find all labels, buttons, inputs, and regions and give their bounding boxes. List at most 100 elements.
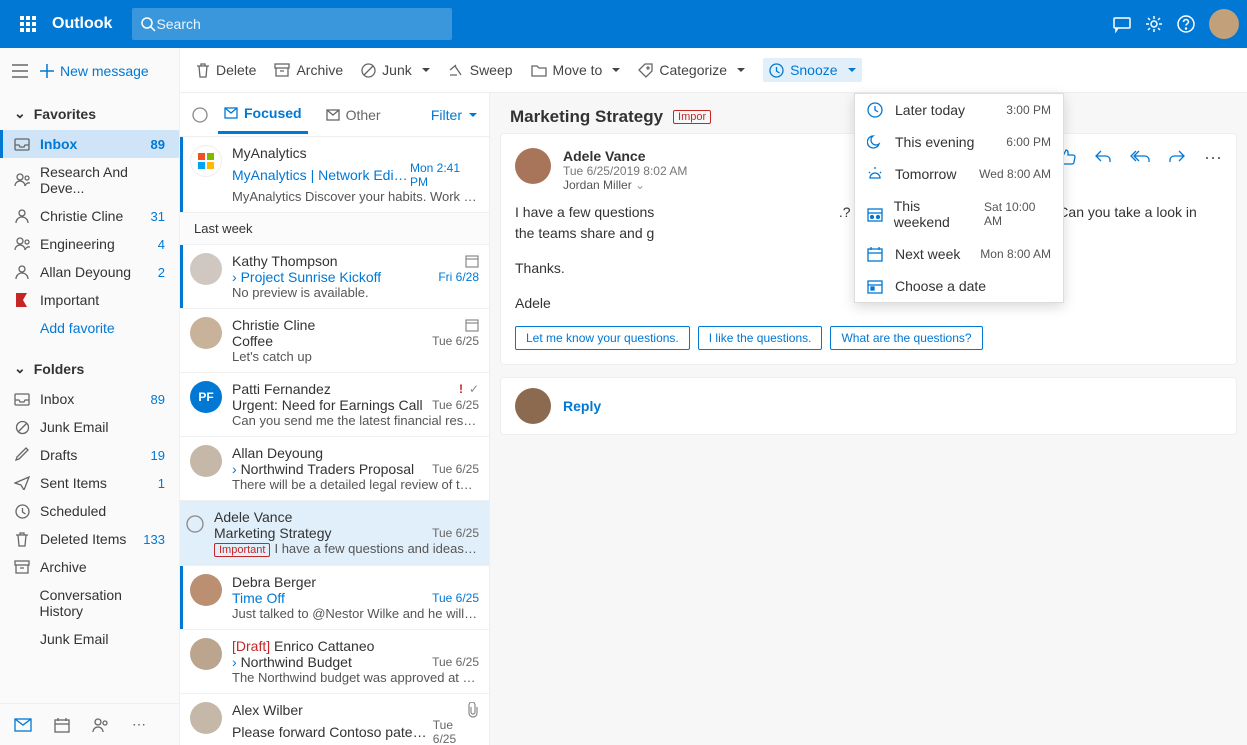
- folders-section[interactable]: ⌄Folders: [0, 352, 179, 385]
- message-item[interactable]: Adele Vance Marketing Strategy Tue 6/25 …: [180, 501, 489, 566]
- nav-item-count: 19: [151, 448, 165, 463]
- hamburger-icon[interactable]: [12, 64, 28, 78]
- my-avatar: [515, 388, 551, 424]
- snooze-button[interactable]: Snooze: [763, 58, 861, 82]
- nav-item-label: Inbox: [40, 136, 77, 152]
- message-subject: › Northwind Traders Proposal: [232, 461, 414, 477]
- archive-button[interactable]: Archive: [274, 62, 343, 78]
- select-all-circle[interactable]: [192, 107, 208, 123]
- nav-item[interactable]: Allan Deyoung 2: [0, 258, 179, 286]
- forward-icon[interactable]: [1168, 148, 1186, 169]
- flag-icon: !: [459, 382, 463, 396]
- sender-name: Adele Vance: [563, 148, 687, 164]
- snooze-option[interactable]: Tomorrow Wed 8:00 AM: [855, 158, 1063, 190]
- snooze-option-label: Next week: [895, 246, 960, 262]
- chat-icon[interactable]: [1113, 15, 1131, 33]
- message-preview: Just talked to @Nestor Wilke and he will…: [232, 606, 479, 621]
- message-from: [Draft] Enrico Cattaneo: [232, 638, 374, 654]
- help-icon[interactable]: [1177, 15, 1195, 33]
- suggested-reply[interactable]: Let me know your questions.: [515, 326, 690, 350]
- nav-item[interactable]: Scheduled: [0, 497, 179, 525]
- weekend-icon: [867, 206, 884, 222]
- nav-item[interactable]: Archive: [0, 553, 179, 581]
- message-item[interactable]: Kathy Thompson › Project Sunrise Kickoff…: [180, 245, 489, 309]
- suggested-reply[interactable]: I like the questions.: [698, 326, 823, 350]
- nav-item[interactable]: Junk Email: [0, 625, 179, 653]
- add-favorite-button[interactable]: Add favorite: [0, 314, 179, 342]
- chevron-down-icon[interactable]: ⌄: [635, 178, 645, 192]
- nav-item-count: 133: [143, 532, 165, 547]
- nav-item[interactable]: Deleted Items 133: [0, 525, 179, 553]
- snooze-option[interactable]: This weekend Sat 10:00 AM: [855, 190, 1063, 238]
- message-item[interactable]: Debra Berger Time Off Tue 6/25 Just talk…: [180, 566, 489, 630]
- message-item[interactable]: PF Patti Fernandez !✓ Urgent: Need for E…: [180, 373, 489, 437]
- nav-item[interactable]: Junk Email: [0, 413, 179, 441]
- nav-item[interactable]: Drafts 19: [0, 441, 179, 469]
- snooze-menu: Later today 3:00 PM This evening 6:00 PM…: [854, 93, 1064, 303]
- reply-icon[interactable]: [1094, 148, 1112, 169]
- nav-item-label: Conversation History: [39, 587, 165, 619]
- nav-item[interactable]: Inbox 89: [0, 385, 179, 413]
- message-item[interactable]: [Draft] Enrico Cattaneo › Northwind Budg…: [180, 630, 489, 694]
- nav-item[interactable]: Engineering 4: [0, 230, 179, 258]
- nav-item[interactable]: Research And Deve...: [0, 158, 179, 202]
- navigation-pane: New message ⌄Favorites Inbox 89 Research…: [0, 48, 180, 745]
- nav-item[interactable]: Important: [0, 286, 179, 314]
- nav-item[interactable]: Christie Cline 31: [0, 202, 179, 230]
- message-subject: › Northwind Budget: [232, 654, 352, 670]
- message-preview: ImportantI have a few questions and idea…: [214, 541, 479, 557]
- suggested-reply[interactable]: What are the questions?: [830, 326, 982, 350]
- nav-item[interactable]: Conversation History: [0, 581, 179, 625]
- message-preview: MyAnalytics Discover your habits. Work s…: [232, 189, 479, 204]
- new-message-button[interactable]: New message: [40, 63, 149, 79]
- snooze-option[interactable]: Choose a date: [855, 270, 1063, 302]
- select-circle-icon[interactable]: [186, 515, 204, 533]
- reply-box[interactable]: Reply: [500, 377, 1237, 435]
- snooze-option[interactable]: Later today 3:00 PM: [855, 94, 1063, 126]
- nav-item-label: Junk Email: [40, 631, 108, 647]
- search-box[interactable]: [132, 8, 452, 40]
- calendar-module-icon[interactable]: [54, 717, 70, 733]
- message-item[interactable]: Allan Deyoung › Northwind Traders Propos…: [180, 437, 489, 501]
- nav-item-count: 31: [151, 209, 165, 224]
- snooze-option[interactable]: Next week Mon 8:00 AM: [855, 238, 1063, 270]
- other-tab[interactable]: Other: [320, 97, 387, 133]
- more-modules-icon[interactable]: ⋯: [132, 716, 146, 733]
- calendar-icon: [867, 246, 885, 262]
- sweep-button[interactable]: Sweep: [448, 62, 513, 78]
- snooze-option-time: 6:00 PM: [1006, 135, 1051, 149]
- nav-item-label: Junk Email: [40, 419, 108, 435]
- focused-tab[interactable]: Focused: [218, 95, 308, 134]
- important-tag: Impor: [673, 110, 711, 124]
- reply-all-icon[interactable]: [1130, 148, 1150, 169]
- search-input[interactable]: [156, 16, 444, 32]
- delete-button[interactable]: Delete: [196, 62, 256, 78]
- junk-button[interactable]: Junk: [361, 62, 430, 78]
- favorites-section[interactable]: ⌄Favorites: [0, 97, 179, 130]
- more-actions-icon[interactable]: ⋯: [1204, 148, 1222, 169]
- settings-icon[interactable]: [1145, 15, 1163, 33]
- nav-item[interactable]: Inbox 89: [0, 130, 179, 158]
- top-bar: Outlook: [0, 0, 1247, 48]
- message-item[interactable]: Christie Cline Coffee Tue 6/25 Let's cat…: [180, 309, 489, 373]
- body-line: I have a few questions: [515, 204, 654, 220]
- filter-button[interactable]: Filter: [431, 107, 477, 123]
- nav-item[interactable]: Sent Items 1: [0, 469, 179, 497]
- message-preview: There will be a detailed legal review of…: [232, 477, 479, 492]
- user-avatar[interactable]: [1209, 9, 1239, 39]
- app-launcher-icon[interactable]: [8, 4, 48, 44]
- message-item[interactable]: Alex Wilber Please forward Contoso paten…: [180, 694, 489, 745]
- message-date: Tue 6/25: [433, 718, 479, 745]
- move-to-button[interactable]: Move to: [531, 62, 621, 78]
- message-from: Alex Wilber: [232, 702, 303, 718]
- message-item[interactable]: MyAnalytics MyAnalytics | Network Editio…: [180, 137, 489, 213]
- snooze-option[interactable]: This evening 6:00 PM: [855, 126, 1063, 158]
- snooze-option-label: This evening: [895, 134, 974, 150]
- mail-module-icon[interactable]: [14, 718, 32, 732]
- sender-avatar: [190, 253, 222, 285]
- categorize-button[interactable]: Categorize: [638, 62, 745, 78]
- junk-icon: [14, 419, 30, 435]
- people-module-icon[interactable]: [92, 717, 110, 733]
- archive-icon: [14, 559, 30, 575]
- nav-item-label: Engineering: [40, 236, 115, 252]
